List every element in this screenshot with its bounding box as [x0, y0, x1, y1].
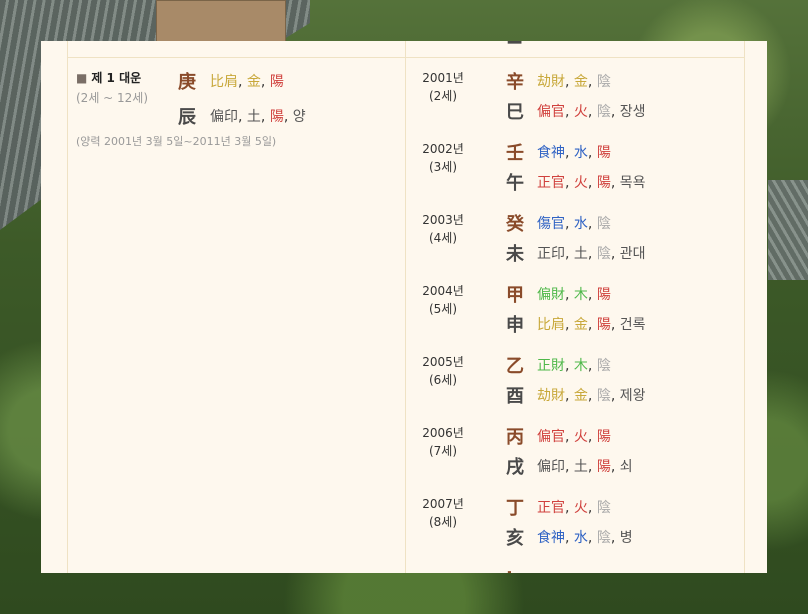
- year-label: 2005년 (6세): [422, 355, 464, 387]
- year-branch: 午: [506, 173, 524, 194]
- year-stem: 乙: [506, 356, 524, 377]
- daewoon-title: ■ 제 1 대운: [76, 71, 142, 85]
- year-branch: 巳: [506, 102, 524, 123]
- daewoon-age-range: (2세 ~ 12세): [76, 91, 149, 105]
- year-stem: 丙: [506, 427, 524, 448]
- year-branch-desc: 偏印, 土, 陽, 쇠: [537, 459, 633, 475]
- year-branch-desc: 比肩, 金, 陽, 건록: [537, 317, 646, 333]
- year-stem: 丁: [506, 498, 524, 519]
- year-branch-desc: 食神, 水, 陰, 병: [537, 530, 633, 546]
- year-stem-desc: 正官, 火, 陰: [537, 500, 611, 516]
- clipped-next-stem: ·: [506, 563, 513, 573]
- year-stem: 辛: [506, 72, 524, 93]
- daewoon-date-range: (양력 2001년 3월 5일~2011년 3월 5일): [76, 135, 277, 148]
- clipped-branch-glyph: ▬: [506, 41, 523, 50]
- year-label: 2003년 (4세): [422, 213, 464, 245]
- square-bullet-icon: ■: [76, 71, 88, 85]
- year-label: 2002년 (3세): [422, 142, 464, 174]
- daewoon-branch-desc: 偏印, 土, 陽, 양: [210, 109, 306, 125]
- year-stem: 壬: [506, 143, 524, 164]
- year-stem-desc: 偏官, 火, 陽: [537, 429, 611, 445]
- year-label: 2004년 (5세): [422, 284, 464, 316]
- daewoon-panel: ■ 제 1 대운 (2세 ~ 12세) 庚 比肩, 金, 陽 辰 偏印, 土, 陽…: [41, 41, 767, 573]
- year-stem-desc: 偏財, 木, 陽: [537, 287, 611, 303]
- year-branch: 亥: [506, 528, 524, 549]
- table-border-middle: [405, 41, 406, 573]
- year-stem: 甲: [506, 285, 524, 306]
- year-branch: 戌: [506, 457, 524, 478]
- year-branch-desc: 偏官, 火, 陰, 장생: [537, 104, 646, 120]
- table-border-right: [744, 41, 745, 573]
- year-stem-desc: 食神, 水, 陽: [537, 145, 611, 161]
- roof-chimney: [156, 0, 286, 42]
- year-branch: 未: [506, 244, 524, 265]
- year-branch-desc: 正印, 土, 陰, 관대: [537, 246, 646, 262]
- year-branch-desc: 劫財, 金, 陰, 제왕: [537, 388, 646, 404]
- year-branch: 酉: [506, 386, 524, 407]
- daewoon-branch: 辰: [178, 107, 196, 128]
- year-stem: 癸: [506, 214, 524, 235]
- table-border-left: [67, 41, 68, 573]
- year-stem-desc: 正財, 木, 陰: [537, 358, 611, 374]
- year-label: 2006년 (7세): [422, 426, 464, 458]
- daewoon-stem: 庚: [178, 72, 196, 93]
- year-branch: 申: [506, 315, 524, 336]
- year-branch-desc: 正官, 火, 陽, 목욕: [537, 175, 646, 191]
- year-stem-desc: 傷官, 水, 陰: [537, 216, 611, 232]
- roof-tiles-right: [768, 180, 808, 280]
- row-divider: [67, 57, 745, 58]
- daewoon-stem-desc: 比肩, 金, 陽: [210, 74, 284, 90]
- year-label: 2001년 (2세): [422, 71, 464, 103]
- year-stem-desc: 劫財, 金, 陰: [537, 74, 611, 90]
- year-label: 2007년 (8세): [422, 497, 464, 529]
